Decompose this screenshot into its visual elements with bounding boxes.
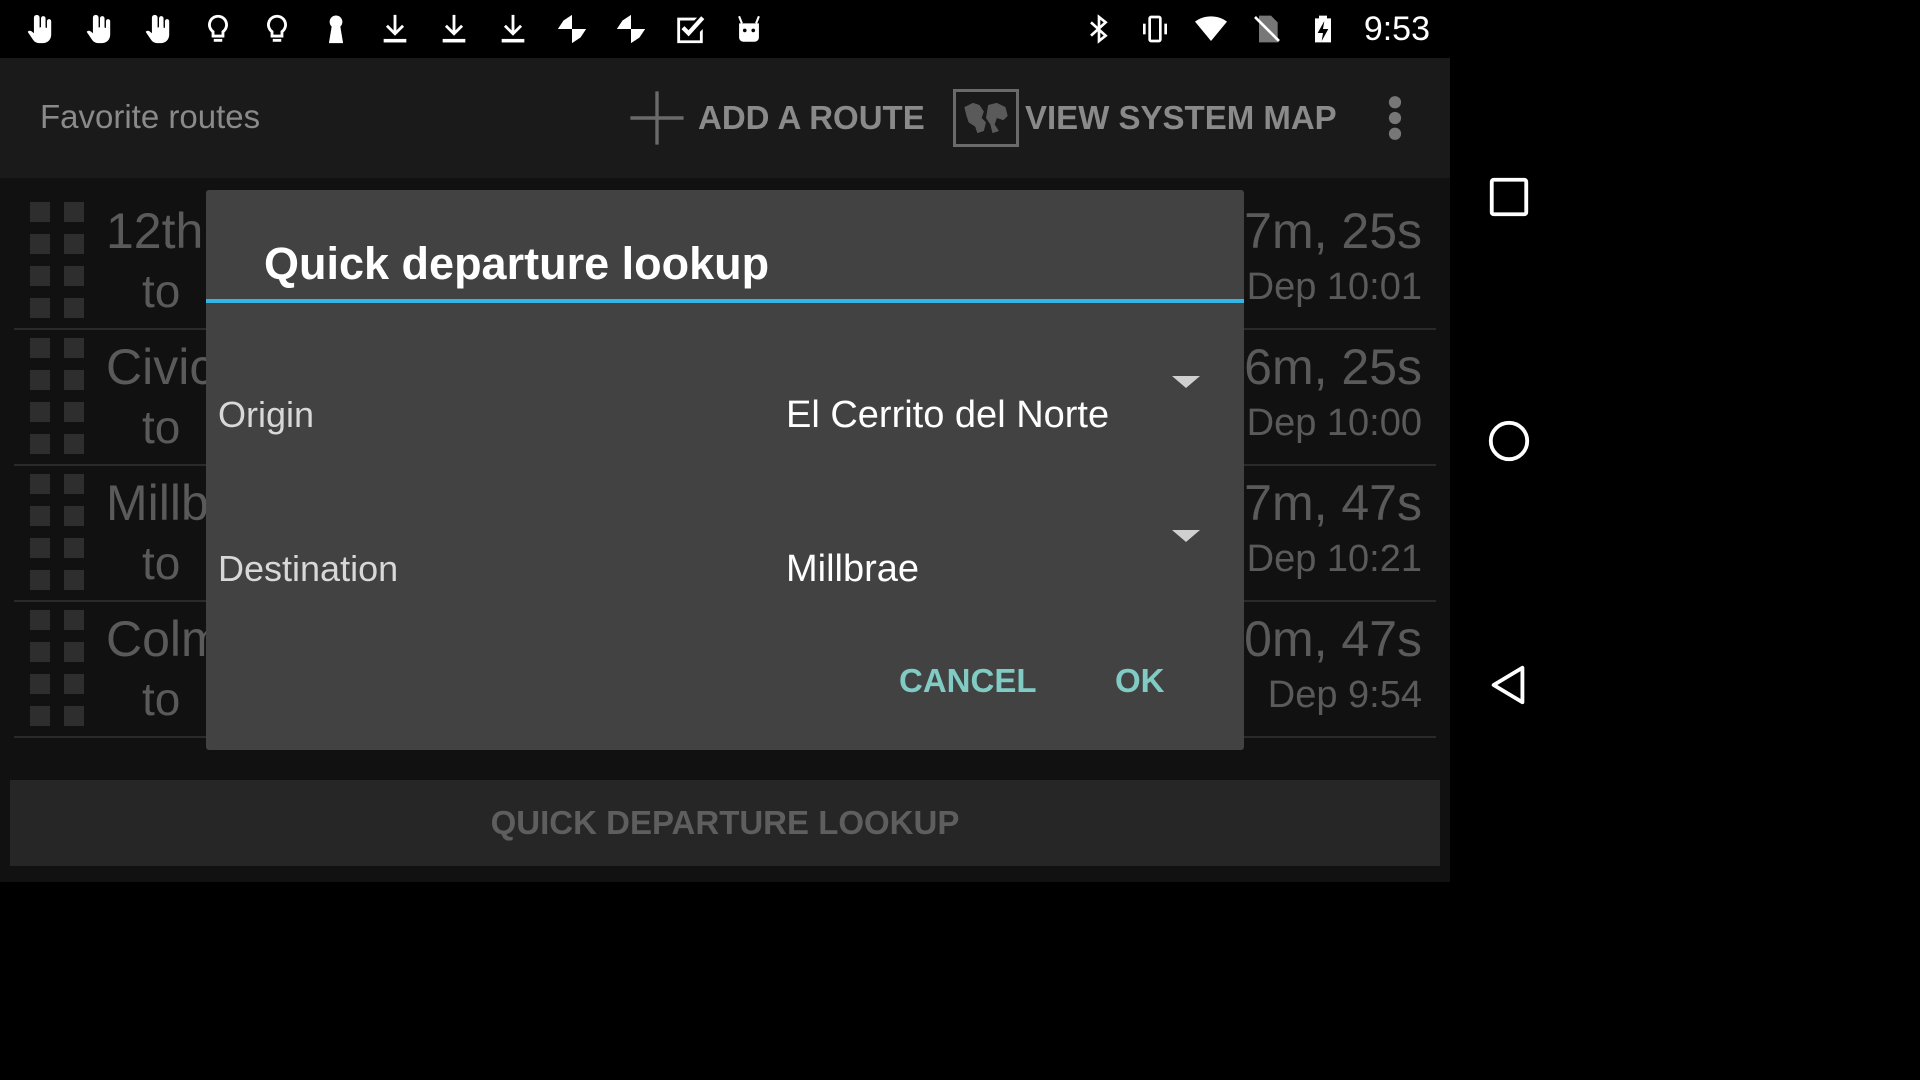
download-icon — [435, 10, 473, 48]
drag-handle-icon[interactable] — [28, 200, 86, 320]
checkbox-icon — [671, 10, 709, 48]
overflow-menu-button[interactable] — [1380, 94, 1410, 142]
destination-value: Millbrae — [786, 548, 920, 590]
touch-icon — [81, 10, 119, 48]
page-title: Favorite routes — [40, 98, 261, 135]
quick-departure-dialog: Quick departure lookup Origin El Cerrito… — [206, 190, 1244, 750]
back-icon — [1491, 665, 1525, 705]
wifi-icon — [1192, 10, 1230, 48]
origin-value: El Cerrito del Norte — [786, 394, 1110, 436]
lightbulb-icon — [258, 10, 296, 48]
route-countdown: 0m, 47s — [1244, 611, 1422, 667]
cancel-button[interactable]: CANCEL — [899, 662, 1037, 700]
route-to: to — [142, 673, 181, 725]
dialog-title: Quick departure lookup — [264, 238, 770, 289]
system-status-icons: 9:53 — [1080, 8, 1430, 50]
drag-handle-icon[interactable] — [28, 336, 86, 456]
home-button[interactable] — [1484, 416, 1534, 466]
status-bar: 9:53 — [0, 0, 1568, 58]
more-vert-icon — [1388, 96, 1402, 140]
plus-icon — [630, 91, 684, 145]
android-icon — [730, 10, 768, 48]
route-departure: Dep 10:01 — [1246, 266, 1422, 308]
download-icon — [376, 10, 414, 48]
destination-row: Destination Millbrae — [206, 530, 1244, 614]
quick-departure-lookup-button[interactable]: QUICK DEPARTURE LOOKUP — [10, 780, 1440, 866]
touch-icon — [22, 10, 60, 48]
destination-label: Destination — [218, 548, 399, 589]
route-to: to — [142, 401, 181, 453]
route-departure: Dep 9:54 — [1267, 674, 1422, 716]
vibrate-icon — [1136, 10, 1174, 48]
route-departure: Dep 10:00 — [1246, 402, 1422, 444]
route-origin: 12th — [106, 203, 204, 259]
touch-icon — [140, 10, 178, 48]
back-button[interactable] — [1484, 660, 1534, 710]
pinwheel-icon — [612, 10, 650, 48]
view-system-map-label: VIEW SYSTEM MAP — [1025, 99, 1337, 136]
download-icon — [494, 10, 532, 48]
battery-charging-icon — [1304, 10, 1342, 48]
clock: 9:53 — [1363, 9, 1430, 48]
route-countdown: 7m, 25s — [1244, 203, 1422, 259]
origin-label: Origin — [218, 394, 315, 435]
recents-button[interactable] — [1484, 172, 1534, 222]
origin-row: Origin El Cerrito del Norte — [206, 376, 1244, 460]
add-route-button[interactable]: ADD A ROUTE — [628, 88, 925, 148]
no-sim-icon — [1248, 10, 1286, 48]
keyhole-icon — [317, 10, 355, 48]
route-to: to — [142, 265, 181, 317]
world-map-icon — [953, 89, 1019, 147]
ok-button[interactable]: OK — [1115, 662, 1165, 700]
route-origin: Millb — [106, 475, 209, 531]
dropdown-arrow-icon — [1172, 372, 1200, 388]
view-system-map-button[interactable]: VIEW SYSTEM MAP — [953, 88, 1337, 148]
recents-icon — [1489, 177, 1529, 217]
dialog-title-divider — [206, 299, 1244, 303]
bluetooth-icon — [1080, 10, 1118, 48]
drag-handle-icon[interactable] — [28, 608, 86, 728]
home-icon — [1488, 420, 1530, 462]
action-bar: Favorite routes ADD A ROUTE VIEW SYSTEM … — [0, 58, 1450, 178]
add-route-label: ADD A ROUTE — [698, 99, 925, 136]
lightbulb-icon — [199, 10, 237, 48]
route-origin: Civic — [106, 339, 215, 395]
navigation-bar — [1450, 58, 1568, 882]
route-countdown: 6m, 25s — [1244, 339, 1422, 395]
route-countdown: 27m, 47s — [1216, 475, 1422, 531]
route-departure: Dep 10:21 — [1246, 538, 1422, 580]
pinwheel-icon — [553, 10, 591, 48]
drag-handle-icon[interactable] — [28, 472, 86, 592]
notification-icons — [22, 8, 768, 50]
route-to: to — [142, 537, 181, 589]
dropdown-arrow-icon — [1172, 526, 1200, 542]
